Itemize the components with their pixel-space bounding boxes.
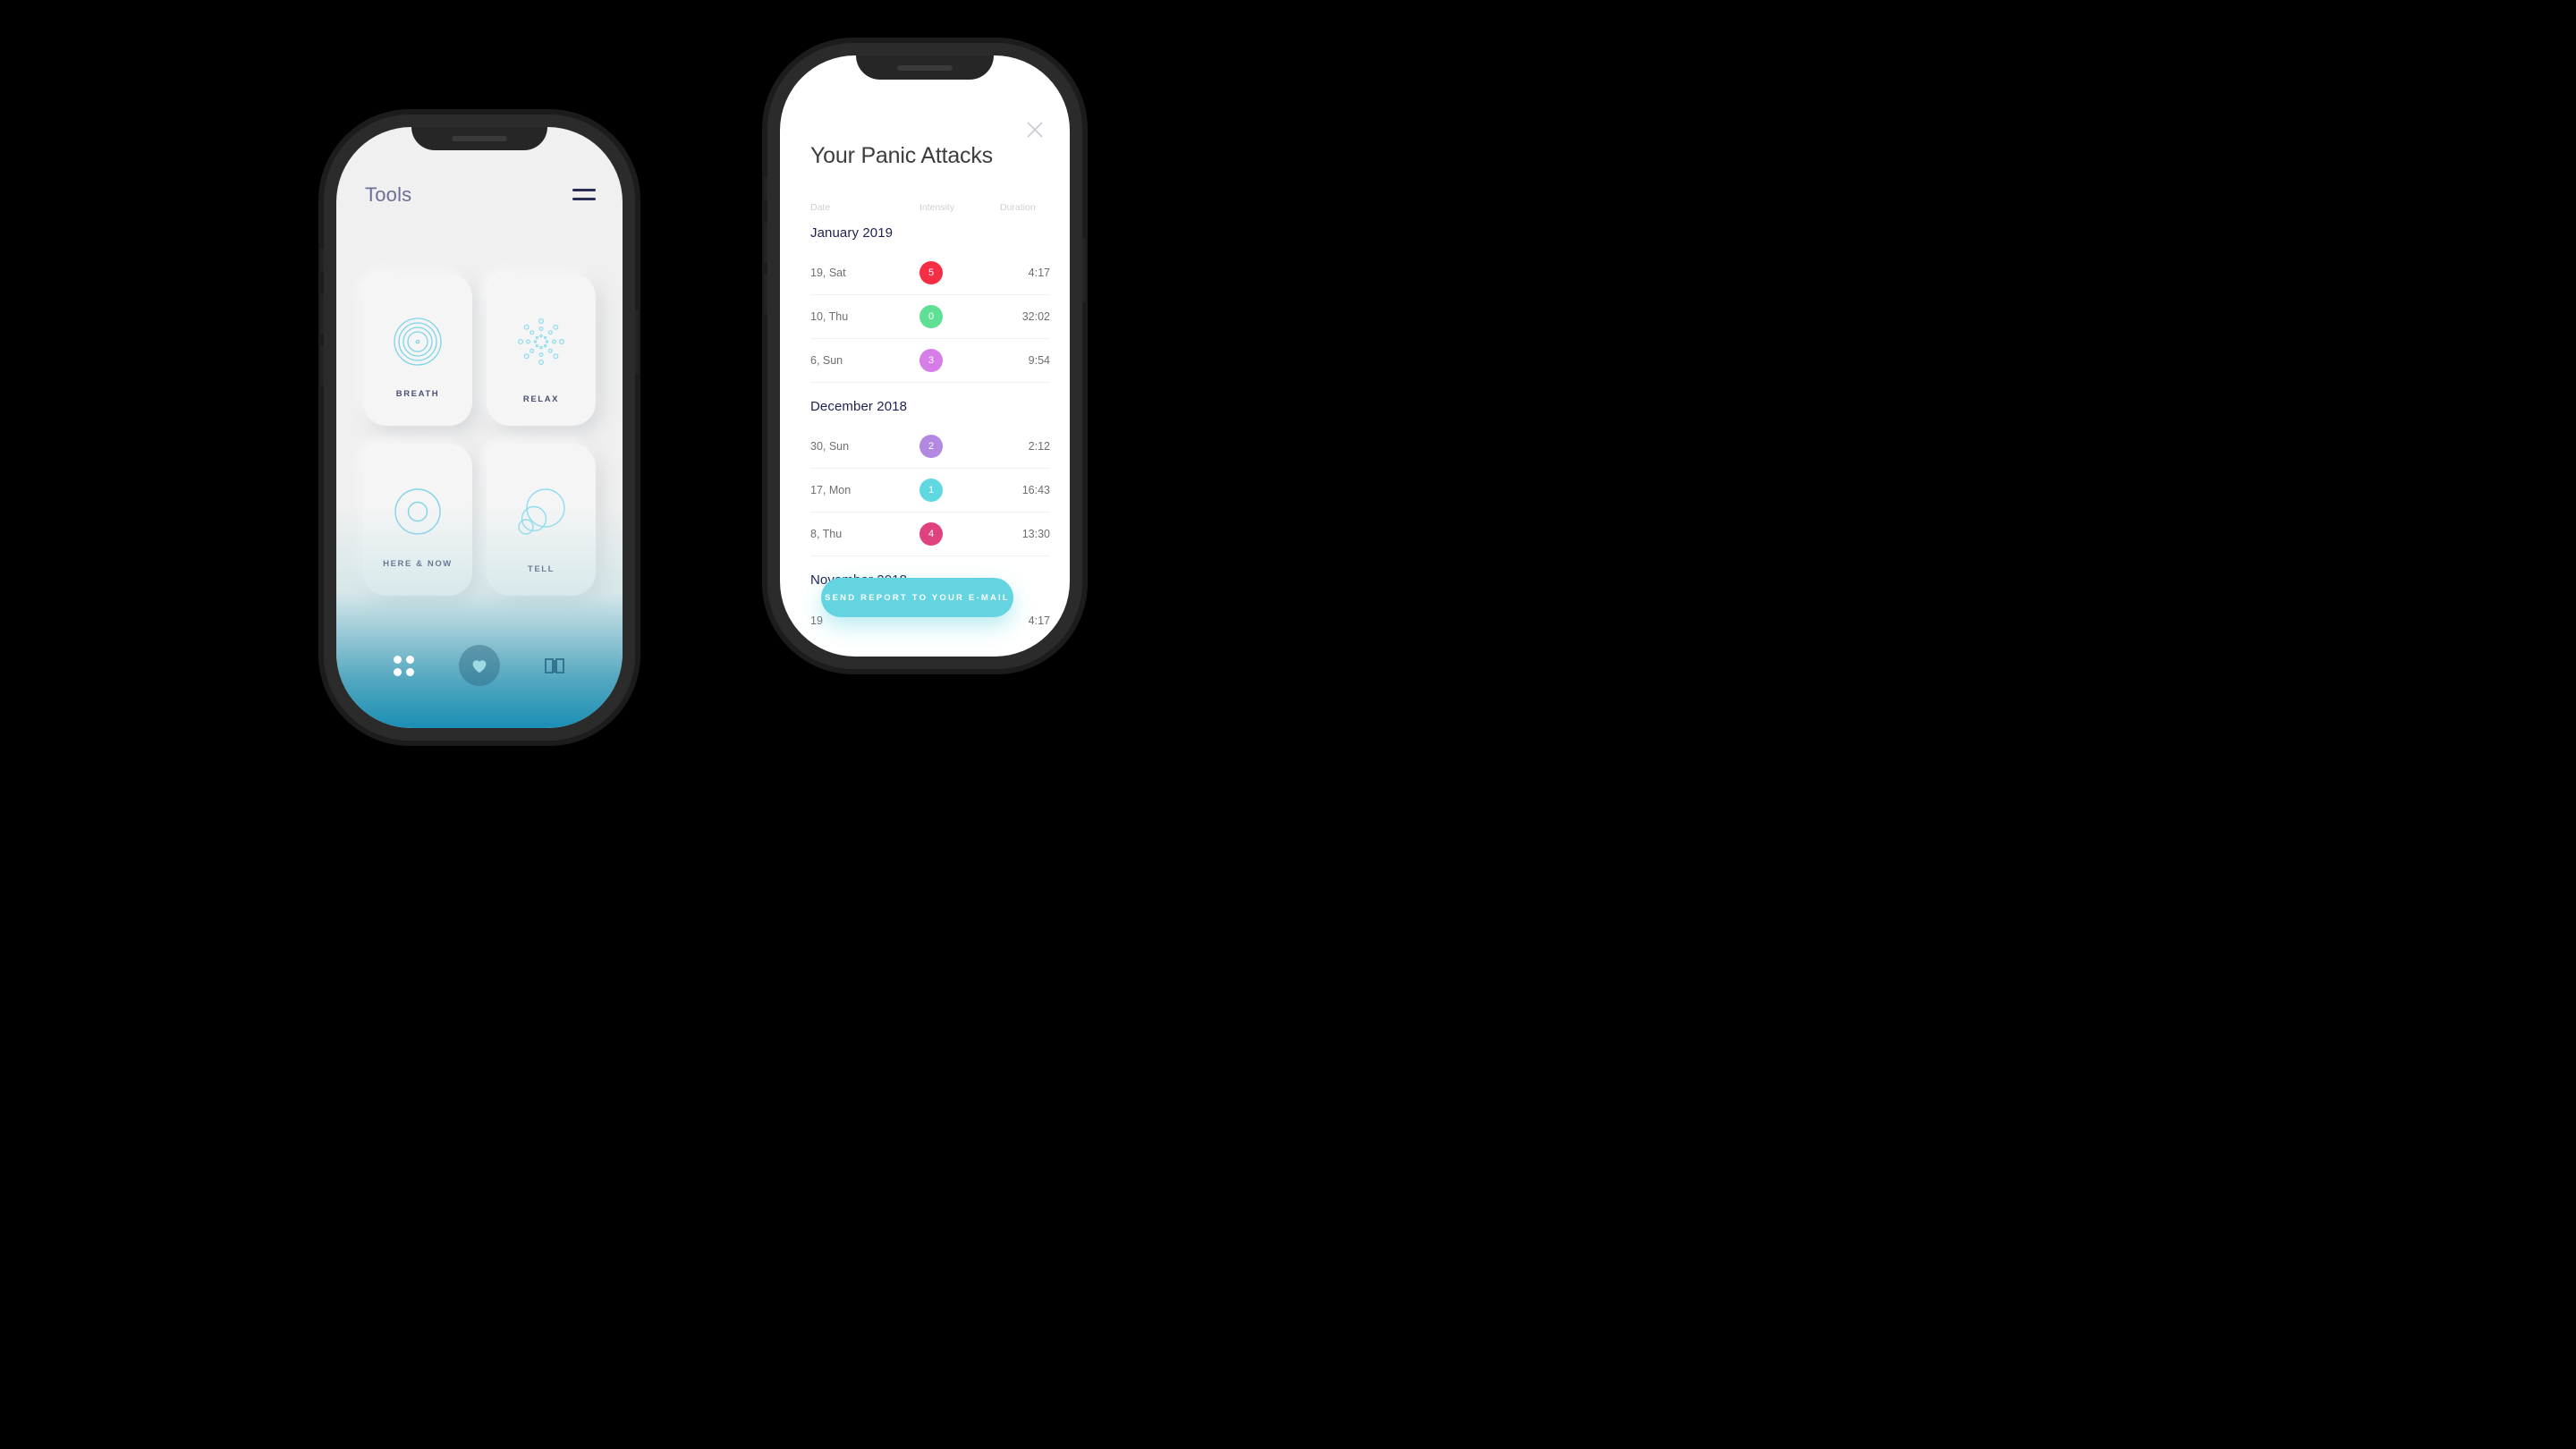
heart-icon <box>472 660 487 674</box>
intensity-badge: 4 <box>919 522 943 546</box>
attack-date: 30, Sun <box>810 440 850 453</box>
tab-heart[interactable] <box>458 645 500 686</box>
table-row[interactable]: 8, Thu 4 13:30 <box>810 513 1050 556</box>
tool-card-here-and-now[interactable]: HERE & NOW <box>363 444 472 596</box>
tools-card-grid: BREATH RELAX HERE & NOW TELL <box>363 274 596 596</box>
tool-label: HERE & NOW <box>383 559 453 569</box>
grid-icon <box>394 655 415 676</box>
notch <box>856 55 994 80</box>
attack-date: 10, Thu <box>810 310 849 323</box>
volume-down-button <box>320 345 324 386</box>
mute-switch <box>764 177 767 200</box>
attack-date: 8, Thu <box>810 528 843 540</box>
table-row[interactable]: 6, Sun 3 9:54 <box>810 339 1050 383</box>
attack-duration: 32:02 <box>1021 310 1050 323</box>
attack-duration: 9:54 <box>1028 354 1050 367</box>
tool-label: BREATH <box>395 389 440 399</box>
attack-date: 19, Sat <box>810 267 846 279</box>
tools-header: Tools <box>365 183 599 214</box>
tab-book[interactable] <box>542 653 567 678</box>
tool-card-breath[interactable]: BREATH <box>363 274 472 426</box>
earpiece-speaker <box>897 64 953 71</box>
volume-up-button <box>320 293 324 335</box>
notch <box>411 127 547 150</box>
mute-switch <box>320 249 324 272</box>
table-row[interactable]: 30, Sun 2 2:12 <box>810 425 1050 469</box>
tool-label: RELAX <box>522 394 560 404</box>
radial-dots-burst-icon <box>516 317 566 367</box>
screenshot-stage: Tools BREATH RELAX HERE & NOW TELL Your … <box>0 0 2576 1449</box>
close-icon[interactable] <box>1025 120 1045 140</box>
tool-card-tell[interactable]: TELL <box>487 444 596 596</box>
attack-duration: 13:30 <box>1021 528 1050 540</box>
tool-label: TELL <box>527 564 555 574</box>
power-button <box>635 309 639 374</box>
tool-card-relax[interactable]: RELAX <box>487 274 596 426</box>
table-row[interactable]: 10, Thu 0 32:02 <box>810 295 1050 339</box>
attack-duration: 16:43 <box>1021 484 1050 496</box>
volume-down-button <box>764 274 767 315</box>
page-title: Your Panic Attacks <box>810 143 993 168</box>
month-heading: December 2018 <box>810 399 908 414</box>
intensity-badge: 3 <box>919 349 943 372</box>
column-header-intensity: Intensity <box>919 202 955 213</box>
bottom-tabbar <box>336 640 623 691</box>
volume-up-button <box>764 222 767 263</box>
intensity-badge: 0 <box>919 305 943 328</box>
attack-duration: 4:17 <box>1028 614 1050 627</box>
attack-date: 6, Sun <box>810 354 843 367</box>
overlapping-circles-icon <box>516 487 566 537</box>
concentric-rings-icon <box>393 317 443 367</box>
intensity-badge: 2 <box>919 435 943 458</box>
page-title: Tools <box>365 183 412 206</box>
send-report-button[interactable]: SEND REPORT TO YOUR E-MAIL <box>821 578 1013 617</box>
tab-grid[interactable] <box>392 653 417 678</box>
phone-mockup-tools: Tools BREATH RELAX HERE & NOW TELL <box>320 114 639 741</box>
intensity-badge: 1 <box>919 479 943 502</box>
month-heading: January 2019 <box>810 225 894 241</box>
book-icon <box>545 658 565 674</box>
hamburger-icon[interactable] <box>572 189 596 203</box>
intensity-badge: 5 <box>919 261 943 284</box>
table-row[interactable]: 17, Mon 1 16:43 <box>810 469 1050 513</box>
column-header-duration: Duration <box>1000 202 1036 213</box>
phone-mockup-panic-attacks: Your Panic Attacks Date Intensity Durati… <box>764 43 1086 669</box>
earpiece-speaker <box>452 136 507 141</box>
column-headers: Date Intensity Duration <box>810 202 1050 218</box>
panic-attacks-screen: Your Panic Attacks Date Intensity Durati… <box>780 55 1070 657</box>
power-button <box>1082 238 1086 302</box>
attack-date: 17, Mon <box>810 484 852 496</box>
table-row[interactable]: 19, Sat 5 4:17 <box>810 251 1050 295</box>
tools-screen: Tools BREATH RELAX HERE & NOW TELL <box>336 127 623 728</box>
attack-duration: 4:17 <box>1028 267 1050 279</box>
attack-duration: 2:12 <box>1028 440 1050 453</box>
double-circle-icon <box>393 487 443 537</box>
column-header-date: Date <box>810 202 831 213</box>
